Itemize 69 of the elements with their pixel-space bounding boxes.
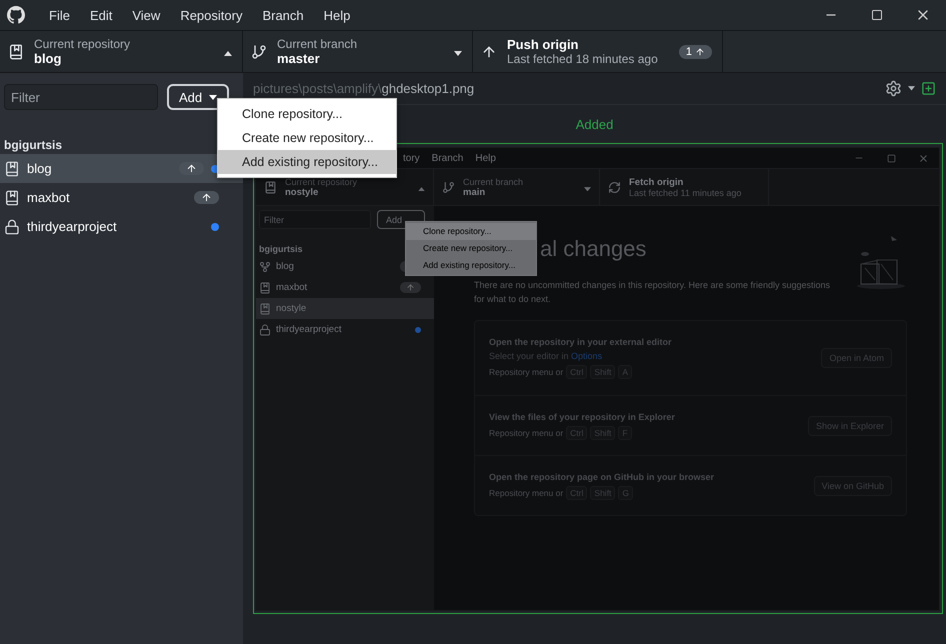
description: There are no uncommitted changes in this repository. Here are some friendly suggestions for what to do next.	[474, 279, 832, 306]
heading: al changes	[540, 235, 646, 263]
fetch-subtitle: Last fetched 11 minutes ago	[629, 188, 742, 198]
caret-icon	[224, 50, 232, 56]
suggestion-title: Open the repository in your external editor	[489, 337, 672, 347]
caret-icon	[454, 50, 462, 56]
push-button[interactable]: Push origin Last fetched 18 minutes ago 1	[473, 31, 723, 72]
filter-field[interactable]: Filter	[259, 210, 371, 229]
repository-name: blog	[34, 51, 62, 66]
maximize-icon	[886, 154, 896, 162]
menu-item[interactable]: Help	[314, 8, 360, 22]
branch-selector[interactable]: Current branch master	[243, 31, 473, 72]
repository-selector[interactable]: Current repository blog	[0, 31, 243, 72]
menu-item[interactable]: Add existing repository...	[218, 150, 396, 174]
repository-item: nostyle	[256, 298, 434, 319]
repository-item: maxbot	[256, 277, 434, 298]
toolbar-label: Current repository	[34, 37, 132, 51]
suggestion-title: Open the repository page on GitHub in your browser	[489, 472, 714, 482]
repository-icon	[259, 282, 271, 294]
hint-text: Repository menu or	[489, 488, 564, 498]
branch-name: main	[463, 186, 486, 198]
caret-icon	[209, 94, 218, 100]
toolbar-label: Current branch	[277, 37, 358, 51]
menu-item[interactable]: Create new repository...	[218, 126, 396, 150]
add-button[interactable]: Add	[167, 84, 230, 110]
caret-icon	[908, 86, 915, 91]
push-subtitle: Last fetched 18 minutes ago	[507, 52, 659, 66]
repository-icon	[4, 190, 20, 206]
repository-item: thirdyearproject	[256, 319, 434, 340]
sidebar-item[interactable]: maxbot	[0, 183, 243, 212]
logo-icon	[7, 6, 25, 24]
menu-item[interactable]: View	[122, 8, 170, 22]
diff-status: Added	[576, 116, 614, 132]
menu-item[interactable]: File	[39, 8, 80, 22]
branch-icon	[442, 180, 455, 194]
filter-field[interactable]: Filter	[4, 84, 158, 110]
suggestion-title: View the files of your repository in Explorer	[489, 412, 675, 422]
maximize-icon[interactable]	[871, 9, 883, 21]
lock-icon	[259, 324, 271, 336]
sidebar-item[interactable]: blog	[0, 154, 243, 183]
owner-heading: bgigurtsis	[3, 137, 64, 154]
close-icon	[918, 152, 928, 164]
caret-icon	[584, 186, 591, 191]
repository-icon	[8, 44, 24, 60]
hint-text: Repository menu or	[489, 428, 564, 438]
file-path: pictures\posts\amplify\ghdesktop1.png	[253, 81, 474, 96]
hint-text: Repository menu or	[489, 367, 564, 377]
boxes-drawing	[855, 234, 907, 290]
fetch-title: Fetch origin	[629, 176, 684, 188]
menu-item[interactable]: Branch	[252, 8, 314, 22]
caret-icon	[418, 186, 425, 191]
menu-item[interactable]: Repository	[170, 8, 252, 22]
settings-icon[interactable]	[885, 80, 902, 97]
toolbar-label: Current branch	[463, 176, 524, 186]
repository-icon	[259, 302, 271, 314]
count-badge: 1	[678, 44, 712, 58]
toolbar-label: Current repository	[285, 176, 358, 186]
lock-icon	[4, 218, 20, 234]
fork-icon	[259, 260, 271, 272]
repository-icon	[264, 180, 277, 194]
repository-icon	[4, 160, 20, 176]
push-title: Push origin	[507, 37, 580, 52]
refresh-icon	[608, 180, 621, 194]
add-file-icon	[921, 81, 936, 96]
branch-name: master	[277, 51, 321, 66]
branch-icon	[251, 44, 267, 60]
repository-name: nostyle	[285, 186, 318, 198]
menu-item[interactable]: Edit	[80, 8, 122, 22]
sidebar-item[interactable]: thirdyearproject	[0, 212, 243, 241]
